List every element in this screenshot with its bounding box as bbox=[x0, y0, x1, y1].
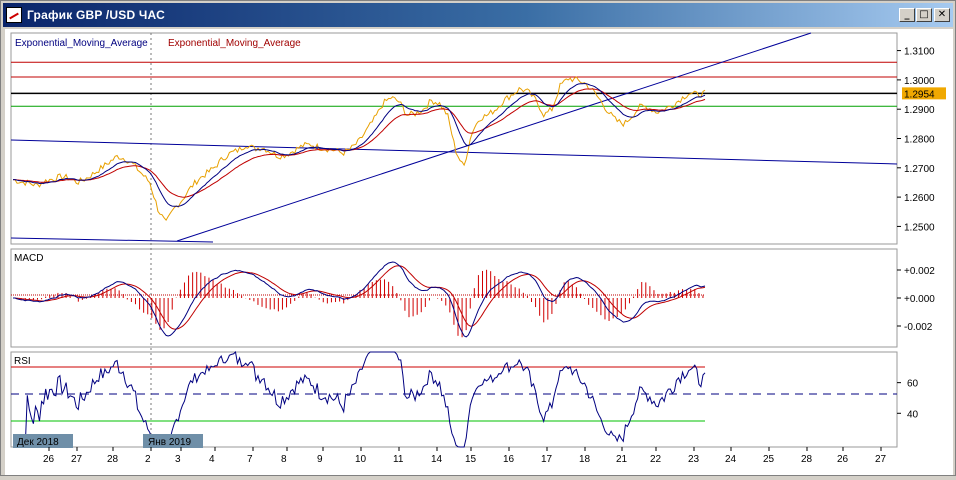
price-tick-label: 1.3100 bbox=[904, 47, 935, 58]
rsi-pane[interactable] bbox=[10, 351, 898, 448]
time-tick-label: 8 bbox=[281, 454, 287, 465]
macd-tick-label: +0.000 bbox=[904, 294, 935, 305]
close-button[interactable]: ✕ bbox=[934, 8, 950, 22]
price-tick-label: 1.2500 bbox=[904, 222, 935, 233]
time-tick-label: 2 bbox=[145, 454, 151, 465]
time-tick-label: 27 bbox=[875, 454, 887, 465]
time-tick-label: 4 bbox=[209, 454, 215, 465]
time-tick-label: 28 bbox=[107, 454, 119, 465]
chart-area[interactable]: Exponential_Moving_Average Exponential_M… bbox=[5, 29, 953, 475]
legend-ema-fast: Exponential_Moving_Average bbox=[15, 38, 148, 49]
date-badge-jan-text: Янв 2019 bbox=[148, 437, 192, 448]
time-tick-label: 24 bbox=[725, 454, 737, 465]
rsi-axis: 60 40 bbox=[897, 379, 919, 420]
time-tick-label: 26 bbox=[43, 454, 55, 465]
rsi-label: RSI bbox=[14, 356, 31, 367]
price-tick-label: 1.2700 bbox=[904, 164, 935, 175]
macd-axis: +0.002 +0.000 -0.002 bbox=[897, 266, 935, 333]
macd-label: MACD bbox=[14, 253, 43, 264]
current-price-label: 1.2954 bbox=[904, 89, 935, 100]
chart-canvas[interactable]: Exponential_Moving_Average Exponential_M… bbox=[5, 29, 953, 475]
macd-tick-label: +0.002 bbox=[904, 266, 935, 277]
price-tick-label: 1.2800 bbox=[904, 135, 935, 146]
minimize-button[interactable]: _ bbox=[899, 8, 915, 22]
time-tick-label: 17 bbox=[541, 454, 553, 465]
time-tick-label: 26 bbox=[837, 454, 849, 465]
price-tick-label: 1.3000 bbox=[904, 76, 935, 87]
date-badge-dec-text: Дек 2018 bbox=[17, 437, 59, 448]
legend-ema-slow: Exponential_Moving_Average bbox=[168, 38, 301, 49]
rsi-tick-label: 60 bbox=[907, 379, 919, 390]
price-tick-label: 1.2600 bbox=[904, 193, 935, 204]
time-tick-label: 15 bbox=[465, 454, 477, 465]
time-tick-label: 16 bbox=[503, 454, 515, 465]
time-tick-label: 18 bbox=[579, 454, 591, 465]
macd-tick-label: -0.002 bbox=[904, 322, 933, 333]
time-tick-label: 14 bbox=[431, 454, 443, 465]
time-tick-label: 21 bbox=[616, 454, 628, 465]
window-title: График GBP /USD ЧАС bbox=[27, 8, 165, 22]
time-tick-label: 9 bbox=[317, 454, 323, 465]
time-tick-label: 23 bbox=[688, 454, 700, 465]
price-tick-label: 1.2900 bbox=[904, 105, 935, 116]
chart-window: График GBP /USD ЧАС _ □ ✕ Exponential_Mo… bbox=[0, 0, 956, 476]
time-tick-label: 10 bbox=[355, 454, 367, 465]
time-axis: 26 27 28 2 3 4 7 8 9 10 11 14 15 16 17 18 21 22 23 24 25 28 26… bbox=[43, 447, 887, 465]
time-tick-label: 7 bbox=[247, 454, 253, 465]
time-tick-label: 25 bbox=[763, 454, 775, 465]
time-tick-label: 28 bbox=[801, 454, 813, 465]
time-tick-label: 27 bbox=[71, 454, 83, 465]
chart-app-icon bbox=[6, 7, 22, 23]
rsi-tick-label: 40 bbox=[907, 409, 919, 420]
price-axis: 1.3100 1.3000 1.2900 1.2800 1.2700 1.2600 1.25… bbox=[897, 47, 935, 233]
price-pane[interactable] bbox=[10, 32, 898, 245]
title-bar[interactable]: График GBP /USD ЧАС _ □ ✕ bbox=[3, 3, 953, 27]
maximize-button[interactable]: □ bbox=[916, 8, 932, 22]
time-tick-label: 22 bbox=[650, 454, 662, 465]
time-tick-label: 3 bbox=[175, 454, 181, 465]
time-tick-label: 11 bbox=[393, 454, 404, 465]
